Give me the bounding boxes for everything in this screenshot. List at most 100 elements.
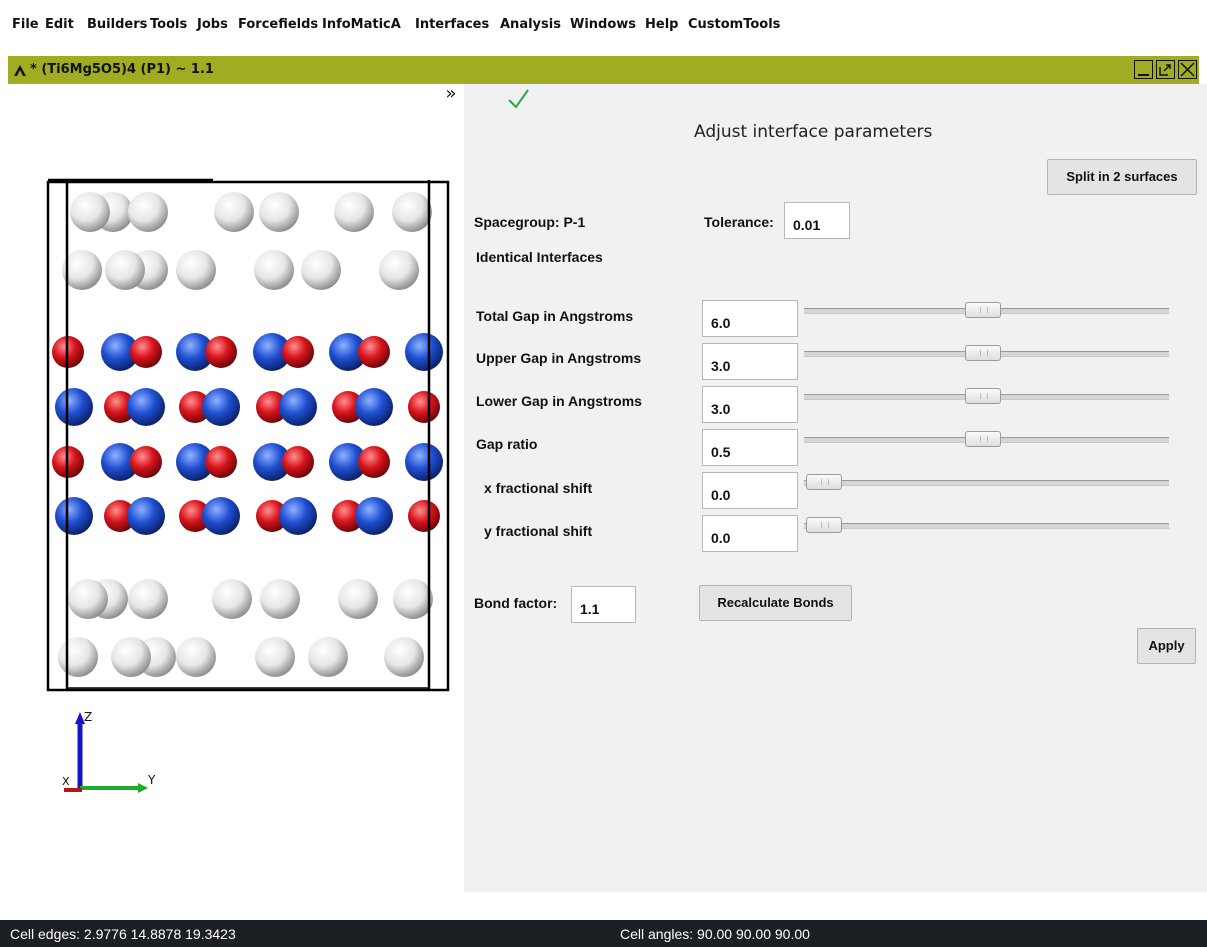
atom-white[interactable] [384, 637, 424, 677]
upper-gap-field[interactable] [702, 343, 798, 380]
y-shift-field[interactable] [702, 515, 798, 552]
menu-tools[interactable]: Tools [150, 17, 187, 32]
tolerance-field[interactable] [784, 202, 850, 239]
y-shift-slider[interactable] [804, 515, 1169, 535]
atom-red[interactable] [205, 446, 237, 478]
collapse-panel-button[interactable]: » [440, 84, 462, 106]
atom-blue[interactable] [202, 388, 240, 426]
atom-white[interactable] [338, 579, 378, 619]
atom-white[interactable] [260, 579, 300, 619]
atom-white[interactable] [212, 579, 252, 619]
atom-blue[interactable] [202, 497, 240, 535]
axis-z-label: Z [84, 710, 92, 724]
atom-white[interactable] [301, 250, 341, 290]
menu-forcefields[interactable]: Forcefields [238, 17, 318, 32]
upper-gap-slider[interactable] [804, 343, 1169, 363]
y-shift-label: y fractional shift [484, 523, 593, 539]
atom-blue[interactable] [405, 333, 443, 371]
slider-thumb[interactable] [965, 345, 1002, 361]
menu-infomatica[interactable]: InfoMaticA [322, 17, 401, 32]
atom-blue[interactable] [355, 388, 393, 426]
atom-white[interactable] [70, 192, 110, 232]
slider-thumb[interactable] [806, 474, 842, 490]
bond-factor-field[interactable] [571, 586, 636, 623]
total-gap-slider[interactable] [804, 300, 1169, 320]
atom-blue[interactable] [405, 443, 443, 481]
lower-gap-slider[interactable] [804, 386, 1169, 406]
crystal-structure-view[interactable]: Z Y X [8, 84, 464, 892]
atom-white[interactable] [214, 192, 254, 232]
cell-angles-status: Cell angles: 90.00 90.00 90.00 [620, 926, 810, 942]
lower-gap-field[interactable] [702, 386, 798, 423]
gap-ratio-field[interactable] [702, 429, 798, 466]
slider-thumb[interactable] [965, 302, 1002, 318]
restore-icon[interactable] [1156, 60, 1175, 79]
x-shift-slider[interactable] [804, 472, 1169, 492]
atom-blue[interactable] [279, 388, 317, 426]
interface-panel: Adjust interface parameters Split in 2 s… [464, 84, 1207, 892]
atom-white[interactable] [176, 637, 216, 677]
atom-red[interactable] [282, 446, 314, 478]
recalculate-bonds-button[interactable]: Recalculate Bonds [699, 585, 852, 621]
atom-blue[interactable] [355, 497, 393, 535]
atom-white[interactable] [254, 250, 294, 290]
split-surfaces-button[interactable]: Split in 2 surfaces [1047, 159, 1197, 195]
window-titlebar[interactable]: * (Ti6Mg5O5)4 (P1) ~ 1.1 [8, 56, 1199, 84]
menu-builders[interactable]: Builders [87, 17, 147, 32]
x-shift-label: x fractional shift [484, 480, 593, 496]
atom-blue[interactable] [55, 497, 93, 535]
atom-white[interactable] [379, 250, 419, 290]
total-gap-label: Total Gap in Angstroms [476, 308, 634, 324]
atom-red[interactable] [358, 446, 390, 478]
menu-analysis[interactable]: Analysis [500, 17, 561, 32]
slider-thumb[interactable] [806, 517, 842, 533]
atom-white[interactable] [105, 250, 145, 290]
x-shift-field[interactable] [702, 472, 798, 509]
menu-file[interactable]: File [12, 17, 39, 32]
atom-white[interactable] [111, 637, 151, 677]
atom-blue[interactable] [127, 497, 165, 535]
menu-customtools[interactable]: CustomTools [688, 17, 780, 32]
atom-red[interactable] [408, 500, 440, 532]
total-gap-field[interactable] [702, 300, 798, 337]
atom-white[interactable] [58, 637, 98, 677]
slider-thumb[interactable] [965, 388, 1002, 404]
atom-red[interactable] [358, 336, 390, 368]
atom-white[interactable] [128, 192, 168, 232]
atom-blue[interactable] [279, 497, 317, 535]
axis-y-label: Y [147, 773, 156, 787]
atom-blue[interactable] [127, 388, 165, 426]
atom-white[interactable] [259, 192, 299, 232]
atom-white[interactable] [392, 192, 432, 232]
menu-jobs[interactable]: Jobs [197, 17, 228, 32]
minimize-icon[interactable] [1134, 60, 1153, 79]
atom-red[interactable] [205, 336, 237, 368]
atom-white[interactable] [176, 250, 216, 290]
atom-white[interactable] [308, 637, 348, 677]
lower-gap-label: Lower Gap in Angstroms [476, 393, 642, 409]
identical-interfaces-label: Identical Interfaces [476, 249, 603, 265]
spacegroup-label: Spacegroup: P-1 [474, 214, 586, 230]
atom-white[interactable] [128, 579, 168, 619]
axis-x-label: X [62, 775, 70, 788]
status-bar: Cell edges: 2.9776 14.8878 19.3423 Cell … [0, 920, 1207, 947]
menu-interfaces[interactable]: Interfaces [415, 17, 489, 32]
slider-thumb[interactable] [965, 431, 1002, 447]
menu-bar: File Edit Builders Tools Jobs Forcefield… [0, 0, 1207, 52]
atom-white[interactable] [68, 579, 108, 619]
atom-blue[interactable] [55, 388, 93, 426]
menu-windows[interactable]: Windows [570, 17, 636, 32]
atom-white[interactable] [255, 637, 295, 677]
structure-viewer[interactable]: Z Y X [8, 84, 464, 892]
atom-red[interactable] [408, 391, 440, 423]
atom-white[interactable] [393, 579, 433, 619]
gap-ratio-slider[interactable] [804, 429, 1169, 449]
atom-red[interactable] [130, 446, 162, 478]
apply-button[interactable]: Apply [1137, 628, 1196, 664]
menu-edit[interactable]: Edit [45, 17, 74, 32]
close-icon[interactable] [1178, 60, 1197, 79]
atom-red[interactable] [282, 336, 314, 368]
menu-help[interactable]: Help [645, 17, 678, 32]
atom-red[interactable] [130, 336, 162, 368]
atom-white[interactable] [334, 192, 374, 232]
